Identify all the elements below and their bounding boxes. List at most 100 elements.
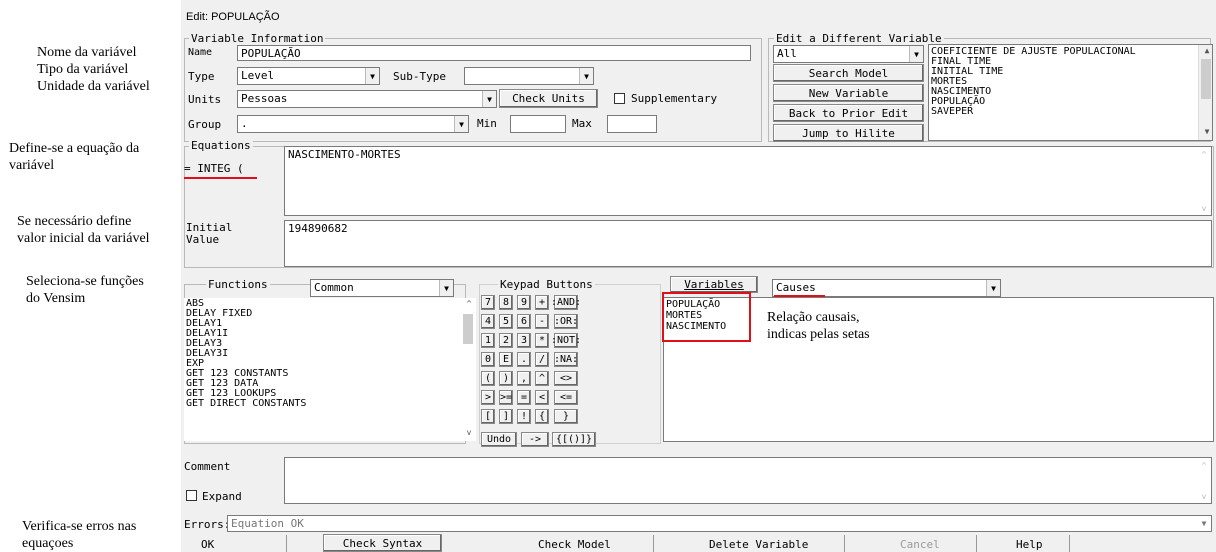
annotation-causal-2: indicas pelas setas: [767, 327, 870, 342]
keypad-key[interactable]: -: [535, 314, 549, 329]
list-item[interactable]: SAVEPER: [929, 107, 1212, 117]
chevron-down-icon[interactable]: ▼: [1197, 516, 1211, 531]
comment-scrollbar[interactable]: ^ v: [1197, 458, 1211, 503]
undo-button[interactable]: Undo: [481, 432, 517, 447]
chevron-up-icon[interactable]: ▲: [1199, 46, 1212, 58]
keypad-key[interactable]: 2: [499, 333, 513, 348]
list-item[interactable]: POPULAÇÃO: [666, 299, 726, 310]
subtype-select[interactable]: ▼: [464, 67, 594, 85]
keypad-key[interactable]: 0: [481, 352, 495, 367]
jump-to-hilite-button[interactable]: Jump to Hilite: [773, 124, 924, 142]
keypad-key[interactable]: .: [517, 352, 531, 367]
brackets-button[interactable]: {[()]}: [552, 432, 596, 447]
keypad-key[interactable]: =: [517, 390, 531, 405]
chevron-up-icon[interactable]: ^: [1197, 148, 1211, 160]
keypad-key[interactable]: 7: [481, 295, 495, 310]
check-model-button[interactable]: Check Model: [538, 538, 611, 551]
group-select[interactable]: . ▼: [237, 115, 469, 133]
keypad-key[interactable]: }: [554, 409, 578, 424]
keypad-key[interactable]: E: [499, 352, 513, 367]
keypad-key[interactable]: <>: [554, 371, 578, 386]
comment-field[interactable]: ^ v: [284, 457, 1212, 504]
chevron-down-icon[interactable]: v: [1197, 490, 1211, 502]
list-item[interactable]: DELAY1I: [184, 329, 476, 339]
keypad-key[interactable]: <: [535, 390, 549, 405]
units-select[interactable]: Pessoas ▼: [237, 90, 497, 108]
keypad-key[interactable]: 6: [517, 314, 531, 329]
expand-checkbox[interactable]: [186, 490, 197, 501]
help-button[interactable]: Help: [1016, 538, 1043, 551]
chevron-down-icon[interactable]: ▼: [454, 116, 468, 132]
check-syntax-button[interactable]: Check Syntax: [323, 534, 442, 552]
chevron-down-icon[interactable]: ▼: [365, 68, 379, 84]
variable-list[interactable]: COEFICIENTE DE AJUSTE POPULACIONAL FINAL…: [928, 44, 1213, 141]
keypad-key[interactable]: ^: [535, 371, 549, 386]
keypad-key[interactable]: 3: [517, 333, 531, 348]
chevron-down-icon[interactable]: ▼: [439, 280, 453, 296]
variable-list-scrollbar[interactable]: ▲ ▼: [1198, 45, 1212, 140]
list-item[interactable]: DELAY FIXED: [184, 309, 476, 319]
keypad-key[interactable]: !: [517, 409, 531, 424]
keypad-key[interactable]: *: [535, 333, 549, 348]
delete-variable-button[interactable]: Delete Variable: [709, 538, 808, 551]
errors-field[interactable]: Equation OK ▼: [227, 515, 1212, 532]
chevron-up-icon[interactable]: ^: [460, 299, 476, 311]
supplementary-checkbox[interactable]: [614, 93, 625, 104]
chevron-down-icon[interactable]: ▼: [909, 46, 923, 62]
keypad-key[interactable]: [: [481, 409, 495, 424]
cancel-button[interactable]: Cancel: [900, 538, 940, 551]
keypad-key[interactable]: :OR:: [554, 314, 578, 329]
type-select[interactable]: Level ▼: [237, 67, 380, 85]
group-label: Group: [188, 118, 222, 131]
ok-button[interactable]: OK: [201, 538, 214, 551]
keypad-key[interactable]: /: [535, 352, 549, 367]
chevron-down-icon[interactable]: v: [1197, 202, 1211, 214]
arrow-button[interactable]: ->: [521, 432, 549, 447]
chevron-down-icon[interactable]: ▼: [986, 280, 1000, 296]
keypad-key[interactable]: 9: [517, 295, 531, 310]
new-variable-button[interactable]: New Variable: [773, 84, 924, 102]
keypad-key[interactable]: {: [535, 409, 549, 424]
keypad-key[interactable]: ): [499, 371, 513, 386]
back-to-prior-edit-button[interactable]: Back to Prior Edit: [773, 104, 924, 122]
function-list-scrollbar[interactable]: ^ v: [460, 298, 476, 441]
keypad-key[interactable]: ]: [499, 409, 513, 424]
keypad-key[interactable]: :AND:: [551, 295, 581, 310]
list-item[interactable]: MORTES: [666, 310, 726, 321]
keypad-key[interactable]: 4: [481, 314, 495, 329]
name-field[interactable]: POPULAÇÃO: [237, 45, 751, 61]
list-item[interactable]: GET DIRECT CONSTANTS: [184, 399, 476, 409]
keypad-key[interactable]: 5: [499, 314, 513, 329]
initial-value-field[interactable]: 194890682: [284, 220, 1212, 267]
list-item[interactable]: DELAY3I: [184, 349, 476, 359]
search-model-button[interactable]: Search Model: [773, 64, 924, 82]
keypad-key[interactable]: ,: [517, 371, 531, 386]
keypad-key[interactable]: :NA:: [554, 352, 578, 367]
chevron-up-icon[interactable]: ^: [1197, 459, 1211, 471]
keypad-key[interactable]: :NOT:: [551, 333, 581, 348]
keypad-key[interactable]: <=: [554, 390, 578, 405]
keypad-key[interactable]: >=: [499, 390, 513, 405]
list-item[interactable]: INITIAL TIME: [929, 67, 1212, 77]
keypad-key[interactable]: 8: [499, 295, 513, 310]
check-units-button[interactable]: Check Units: [499, 89, 598, 108]
variable-filter-select[interactable]: All ▼: [773, 45, 924, 63]
scroll-thumb[interactable]: [1201, 59, 1211, 99]
keypad-key[interactable]: +: [535, 295, 549, 310]
keypad-key[interactable]: >: [481, 390, 495, 405]
max-field[interactable]: [607, 115, 657, 133]
scroll-thumb[interactable]: [463, 314, 473, 344]
chevron-down-icon[interactable]: v: [460, 428, 476, 440]
equation-field[interactable]: NASCIMENTO-MORTES ^ v: [284, 146, 1212, 216]
chevron-down-icon[interactable]: ▼: [482, 91, 496, 107]
equation-scrollbar[interactable]: ^ v: [1197, 147, 1211, 215]
chevron-down-icon[interactable]: ▼: [1199, 127, 1212, 139]
keypad-key[interactable]: (: [481, 371, 495, 386]
function-list[interactable]: ABS DELAY FIXED DELAY1 DELAY1I DELAY3 DE…: [184, 298, 476, 441]
function-category-select[interactable]: Common ▼: [310, 279, 454, 297]
list-item[interactable]: NASCIMENTO: [666, 321, 726, 332]
keypad-key[interactable]: 1: [481, 333, 495, 348]
min-field[interactable]: [510, 115, 566, 133]
variables-button[interactable]: Variables: [670, 276, 758, 293]
chevron-down-icon[interactable]: ▼: [579, 68, 593, 84]
